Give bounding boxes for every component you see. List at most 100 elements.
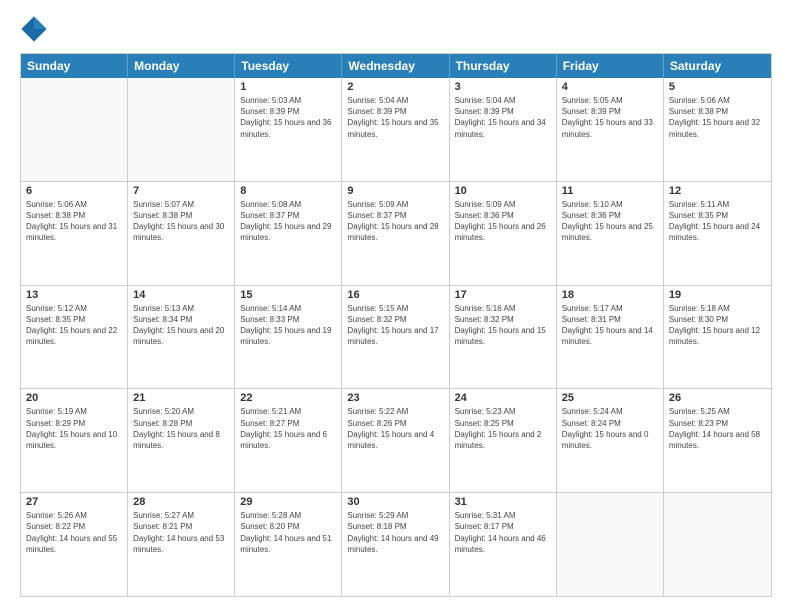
cell-info: Sunrise: 5:07 AMSunset: 8:38 PMDaylight:…: [133, 199, 229, 244]
cell-info: Sunrise: 5:15 AMSunset: 8:32 PMDaylight:…: [347, 303, 443, 348]
cell-info: Sunrise: 5:31 AMSunset: 8:17 PMDaylight:…: [455, 510, 551, 555]
calendar-cell: 25Sunrise: 5:24 AMSunset: 8:24 PMDayligh…: [557, 389, 664, 492]
cell-info: Sunrise: 5:03 AMSunset: 8:39 PMDaylight:…: [240, 95, 336, 140]
day-number: 19: [669, 289, 766, 301]
calendar-cell: [557, 493, 664, 596]
calendar-row: 27 Sunrise: 5:26 AMSunset: 8:22 PMDayligh…: [21, 492, 771, 596]
day-number: 2: [347, 81, 443, 93]
calendar-header-cell: Monday: [128, 54, 235, 78]
cell-info: Sunrise: 5:25 AMSunset: 8:23 PMDaylight:…: [669, 406, 766, 451]
calendar-cell: 19 Sunrise: 5:18 AMSunset: 8:30 PMDayligh…: [664, 286, 771, 389]
day-number: 26: [669, 392, 766, 404]
logo: [20, 15, 50, 43]
day-number: 23: [347, 392, 443, 404]
day-number: 10: [455, 185, 551, 197]
cell-info: Sunrise: 5:28 AMSunset: 8:20 PMDaylight:…: [240, 510, 336, 555]
calendar-cell: 27 Sunrise: 5:26 AMSunset: 8:22 PMDayligh…: [21, 493, 128, 596]
calendar-cell: 26 Sunrise: 5:25 AMSunset: 8:23 PMDayligh…: [664, 389, 771, 492]
day-number: 11: [562, 185, 658, 197]
calendar-header-cell: Saturday: [664, 54, 771, 78]
header: [20, 15, 772, 43]
logo-icon: [20, 15, 48, 43]
cell-info: Sunrise: 5:21 AMSunset: 8:27 PMDaylight:…: [240, 406, 336, 451]
calendar-cell: 24 Sunrise: 5:23 AMSunset: 8:25 PMDayligh…: [450, 389, 557, 492]
day-number: 3: [455, 81, 551, 93]
day-number: 12: [669, 185, 766, 197]
calendar-cell: 30 Sunrise: 5:29 AMSunset: 8:18 PMDayligh…: [342, 493, 449, 596]
cell-info: Sunrise: 5:11 AMSunset: 8:35 PMDaylight:…: [669, 199, 766, 244]
calendar: SundayMondayTuesdayWednesdayThursdayFrid…: [20, 53, 772, 597]
day-number: 22: [240, 392, 336, 404]
calendar-row: 1 Sunrise: 5:03 AMSunset: 8:39 PMDaylight…: [21, 78, 771, 181]
calendar-body: 1 Sunrise: 5:03 AMSunset: 8:39 PMDaylight…: [21, 78, 771, 596]
calendar-cell: 20 Sunrise: 5:19 AMSunset: 8:29 PMDayligh…: [21, 389, 128, 492]
calendar-cell: 22 Sunrise: 5:21 AMSunset: 8:27 PMDayligh…: [235, 389, 342, 492]
cell-info: Sunrise: 5:23 AMSunset: 8:25 PMDaylight:…: [455, 406, 551, 451]
calendar-cell: 18 Sunrise: 5:17 AMSunset: 8:31 PMDayligh…: [557, 286, 664, 389]
cell-info: Sunrise: 5:09 AMSunset: 8:36 PMDaylight:…: [455, 199, 551, 244]
calendar-cell: 16 Sunrise: 5:15 AMSunset: 8:32 PMDayligh…: [342, 286, 449, 389]
calendar-header-cell: Friday: [557, 54, 664, 78]
calendar-cell: 8Sunrise: 5:08 AMSunset: 8:37 PMDaylight…: [235, 182, 342, 285]
cell-info: Sunrise: 5:19 AMSunset: 8:29 PMDaylight:…: [26, 406, 122, 451]
calendar-header-cell: Tuesday: [235, 54, 342, 78]
calendar-row: 20 Sunrise: 5:19 AMSunset: 8:29 PMDayligh…: [21, 388, 771, 492]
day-number: 24: [455, 392, 551, 404]
calendar-cell: 29 Sunrise: 5:28 AMSunset: 8:20 PMDayligh…: [235, 493, 342, 596]
calendar-cell: 6Sunrise: 5:06 AMSunset: 8:38 PMDaylight…: [21, 182, 128, 285]
cell-info: Sunrise: 5:13 AMSunset: 8:34 PMDaylight:…: [133, 303, 229, 348]
calendar-row: 6Sunrise: 5:06 AMSunset: 8:38 PMDaylight…: [21, 181, 771, 285]
day-number: 6: [26, 185, 122, 197]
day-number: 1: [240, 81, 336, 93]
calendar-row: 13 Sunrise: 5:12 AMSunset: 8:35 PMDayligh…: [21, 285, 771, 389]
calendar-header-cell: Sunday: [21, 54, 128, 78]
cell-info: Sunrise: 5:29 AMSunset: 8:18 PMDaylight:…: [347, 510, 443, 555]
cell-info: Sunrise: 5:20 AMSunset: 8:28 PMDaylight:…: [133, 406, 229, 451]
calendar-cell: 14 Sunrise: 5:13 AMSunset: 8:34 PMDayligh…: [128, 286, 235, 389]
calendar-cell: 15 Sunrise: 5:14 AMSunset: 8:33 PMDayligh…: [235, 286, 342, 389]
calendar-cell: 17 Sunrise: 5:16 AMSunset: 8:32 PMDayligh…: [450, 286, 557, 389]
cell-info: Sunrise: 5:04 AMSunset: 8:39 PMDaylight:…: [347, 95, 443, 140]
day-number: 31: [455, 496, 551, 508]
cell-info: Sunrise: 5:04 AMSunset: 8:39 PMDaylight:…: [455, 95, 551, 140]
page: SundayMondayTuesdayWednesdayThursdayFrid…: [0, 0, 792, 612]
cell-info: Sunrise: 5:26 AMSunset: 8:22 PMDaylight:…: [26, 510, 122, 555]
day-number: 4: [562, 81, 658, 93]
calendar-cell: 9Sunrise: 5:09 AMSunset: 8:37 PMDaylight…: [342, 182, 449, 285]
cell-info: Sunrise: 5:12 AMSunset: 8:35 PMDaylight:…: [26, 303, 122, 348]
day-number: 25: [562, 392, 658, 404]
calendar-cell: 11 Sunrise: 5:10 AMSunset: 8:36 PMDayligh…: [557, 182, 664, 285]
day-number: 14: [133, 289, 229, 301]
day-number: 29: [240, 496, 336, 508]
day-number: 27: [26, 496, 122, 508]
cell-info: Sunrise: 5:08 AMSunset: 8:37 PMDaylight:…: [240, 199, 336, 244]
calendar-cell: 7 Sunrise: 5:07 AMSunset: 8:38 PMDaylight…: [128, 182, 235, 285]
day-number: 17: [455, 289, 551, 301]
cell-info: Sunrise: 5:27 AMSunset: 8:21 PMDaylight:…: [133, 510, 229, 555]
day-number: 7: [133, 185, 229, 197]
calendar-cell: [664, 493, 771, 596]
calendar-cell: 3 Sunrise: 5:04 AMSunset: 8:39 PMDaylight…: [450, 78, 557, 181]
cell-info: Sunrise: 5:17 AMSunset: 8:31 PMDaylight:…: [562, 303, 658, 348]
calendar-cell: 21 Sunrise: 5:20 AMSunset: 8:28 PMDayligh…: [128, 389, 235, 492]
calendar-cell: 23Sunrise: 5:22 AMSunset: 8:26 PMDayligh…: [342, 389, 449, 492]
cell-info: Sunrise: 5:16 AMSunset: 8:32 PMDaylight:…: [455, 303, 551, 348]
calendar-header: SundayMondayTuesdayWednesdayThursdayFrid…: [21, 54, 771, 78]
calendar-cell: 13 Sunrise: 5:12 AMSunset: 8:35 PMDayligh…: [21, 286, 128, 389]
calendar-cell: 2 Sunrise: 5:04 AMSunset: 8:39 PMDaylight…: [342, 78, 449, 181]
day-number: 20: [26, 392, 122, 404]
cell-info: Sunrise: 5:10 AMSunset: 8:36 PMDaylight:…: [562, 199, 658, 244]
day-number: 5: [669, 81, 766, 93]
day-number: 16: [347, 289, 443, 301]
cell-info: Sunrise: 5:05 AMSunset: 8:39 PMDaylight:…: [562, 95, 658, 140]
day-number: 18: [562, 289, 658, 301]
calendar-cell: 1 Sunrise: 5:03 AMSunset: 8:39 PMDaylight…: [235, 78, 342, 181]
calendar-header-cell: Thursday: [450, 54, 557, 78]
cell-info: Sunrise: 5:18 AMSunset: 8:30 PMDaylight:…: [669, 303, 766, 348]
day-number: 13: [26, 289, 122, 301]
day-number: 15: [240, 289, 336, 301]
day-number: 30: [347, 496, 443, 508]
day-number: 21: [133, 392, 229, 404]
cell-info: Sunrise: 5:14 AMSunset: 8:33 PMDaylight:…: [240, 303, 336, 348]
cell-info: Sunrise: 5:06 AMSunset: 8:38 PMDaylight:…: [669, 95, 766, 140]
